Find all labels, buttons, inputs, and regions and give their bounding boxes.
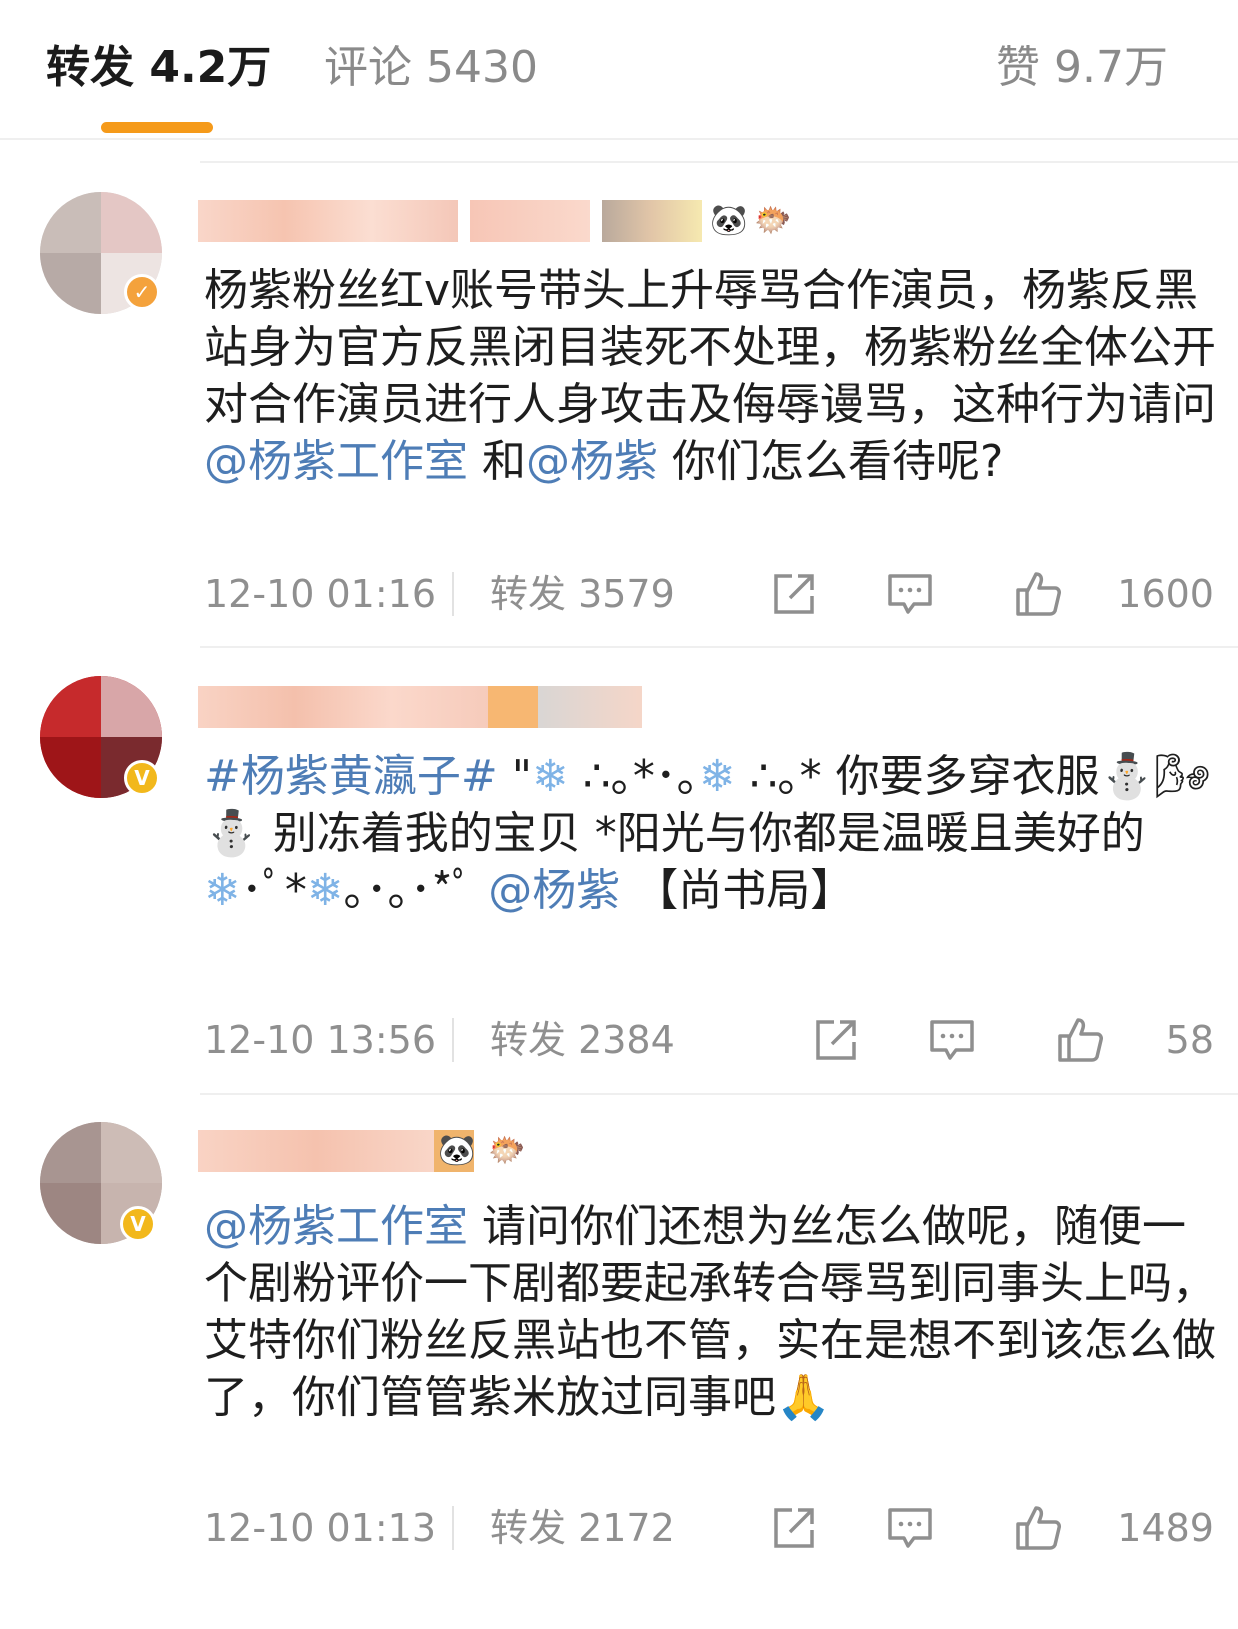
like-count: 1600 — [1117, 572, 1214, 616]
tab-comments[interactable]: 评论 5430 — [324, 38, 538, 98]
text-segment: ∴｡*･｡ — [568, 751, 699, 802]
separator — [452, 1018, 454, 1062]
fish-icon: 🐡 — [488, 1133, 526, 1168]
username[interactable]: 🐼 🐡 — [198, 1130, 558, 1172]
like-icon[interactable] — [1014, 570, 1062, 618]
divider — [200, 646, 1238, 648]
username[interactable] — [198, 686, 658, 728]
verified-badge-icon: V — [124, 760, 160, 796]
share-icon[interactable] — [770, 570, 818, 618]
tab-likes-count: 9.7万 — [1054, 42, 1168, 93]
comment-icon[interactable] — [886, 570, 934, 618]
like-count: 1489 — [1117, 1506, 1214, 1550]
share-icon[interactable] — [812, 1016, 860, 1064]
comment-meta: 12-10 01:16 转发 3579 1600 — [204, 566, 1214, 622]
mention-link[interactable]: @杨紫 — [526, 436, 658, 487]
comment-meta: 12-10 01:13 转发 2172 1489 — [204, 1500, 1214, 1556]
comment-time: 12-10 01:16 — [204, 572, 437, 616]
repost-count[interactable]: 转发 2384 — [490, 1012, 675, 1068]
comment-time: 12-10 13:56 — [204, 1018, 437, 1062]
snowflake-icon: ❄ — [531, 751, 569, 802]
like-icon[interactable] — [1014, 1504, 1062, 1552]
snowflake-icon: ❄ — [204, 865, 241, 916]
comment-meta: 12-10 13:56 转发 2384 58 — [204, 1012, 1214, 1068]
comment-time: 12-10 01:13 — [204, 1506, 437, 1550]
tab-repost-label: 转发 — [46, 42, 134, 93]
tab-likes[interactable]: 赞 9.7万 — [996, 38, 1168, 98]
text-segment: " — [497, 751, 532, 802]
text-segment: 杨紫粉丝红v账号带头上升辱骂合作演员，杨紫反黑站身为官方反黑闭目装死不处理，杨紫… — [204, 265, 1216, 430]
text-segment: ･ﾟ* — [240, 865, 307, 916]
like-icon[interactable] — [1056, 1016, 1104, 1064]
panda-icon: 🐼 — [710, 203, 748, 238]
divider — [200, 161, 1238, 163]
mention-link[interactable]: @杨紫工作室 — [204, 436, 468, 487]
mention-link[interactable]: @杨紫 — [488, 865, 620, 916]
text-segment: 和 — [468, 436, 526, 487]
text-segment: 你们怎么看待呢? — [658, 436, 1004, 487]
separator — [452, 1506, 454, 1550]
tab-likes-label: 赞 — [996, 42, 1041, 93]
mention-link[interactable]: @杨紫工作室 — [204, 1201, 468, 1252]
active-tab-indicator — [101, 122, 213, 133]
comment-text: @杨紫工作室 请问你们还想为丝怎么做呢，随便一个剧粉评价一下剧都要起承转合辱骂到… — [204, 1198, 1216, 1426]
separator — [452, 572, 454, 616]
divider — [200, 1093, 1238, 1095]
comment-text: #杨紫黄瀛子# "❄ ∴｡*･｡❄ ∴｡* 你要多穿衣服⛄🌬 ⛄ 别冻着我的宝贝… — [204, 748, 1216, 919]
panda-icon: 🐼 — [438, 1133, 476, 1168]
tab-repost[interactable]: 转发 4.2万 — [46, 38, 271, 98]
snowflake-icon: ❄ — [698, 751, 736, 802]
text-segment: 【尚书局】 — [620, 865, 855, 916]
comment-icon[interactable] — [928, 1016, 976, 1064]
username[interactable]: 🐼 🐡 — [198, 200, 791, 242]
repost-count[interactable]: 转发 2172 — [490, 1500, 675, 1556]
text-segment: ｡･｡･*ﾟ — [343, 865, 489, 916]
mention-link[interactable]: #杨紫黄瀛子# — [204, 751, 498, 802]
tab-bar: 转发 4.2万 评论 5430 赞 9.7万 — [0, 0, 1238, 140]
comment-text: 杨紫粉丝红v账号带头上升辱骂合作演员，杨紫反黑站身为官方反黑闭目装死不处理，杨紫… — [204, 262, 1216, 490]
repost-count[interactable]: 转发 3579 — [490, 566, 675, 622]
like-count: 58 — [1165, 1018, 1214, 1062]
tab-comments-label: 评论 — [324, 42, 412, 93]
comment-icon[interactable] — [886, 1504, 934, 1552]
share-icon[interactable] — [770, 1504, 818, 1552]
verified-badge-icon: ✓ — [124, 274, 160, 310]
tab-comments-count: 5430 — [426, 42, 538, 93]
fish-icon: 🐡 — [754, 203, 792, 238]
verified-badge-icon: V — [120, 1206, 156, 1242]
snowflake-icon: ❄ — [306, 865, 344, 916]
tab-repost-count: 4.2万 — [149, 42, 272, 93]
